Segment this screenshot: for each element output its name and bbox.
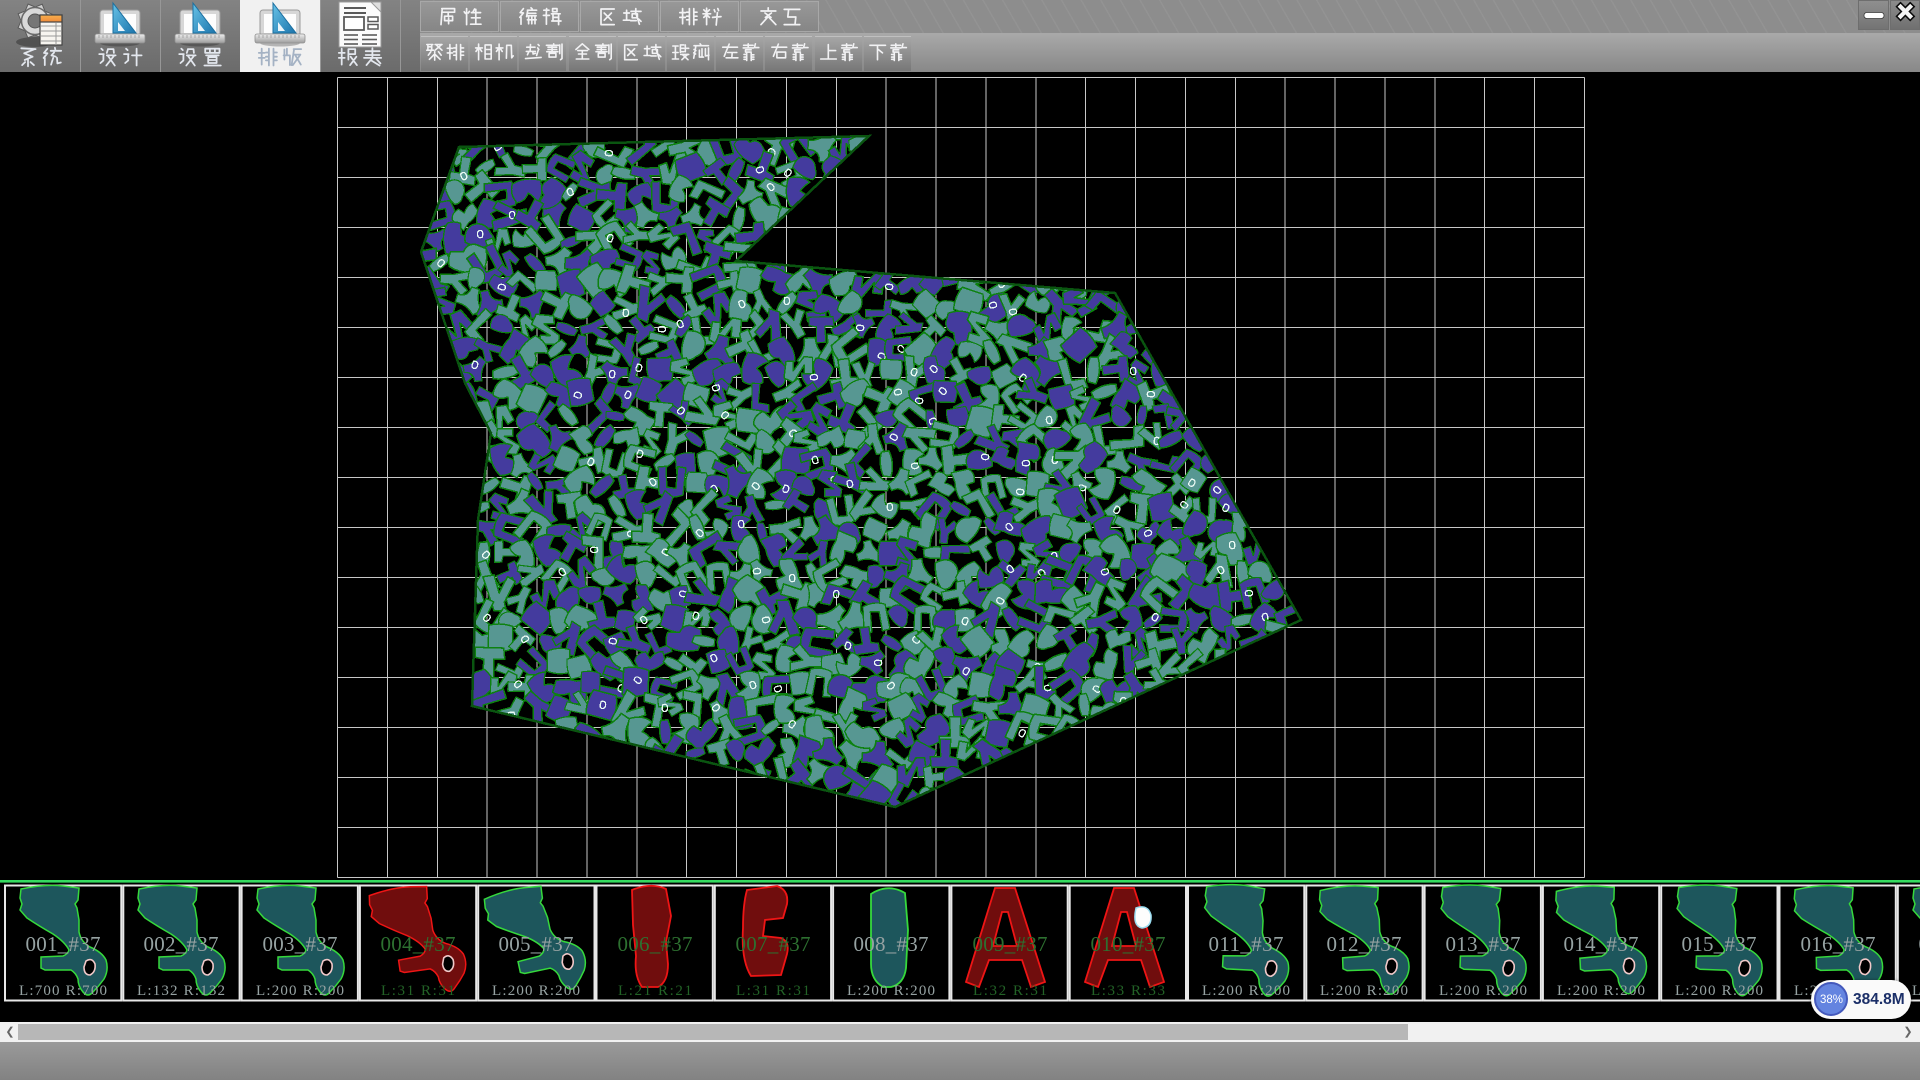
svg-text:L:200 R:200: L:200 R:200 [1439, 983, 1527, 999]
svg-text:005_#37: 005_#37 [499, 932, 574, 956]
svg-text:L:200 R:200: L:200 R:200 [256, 983, 344, 999]
svg-text:L:200 R:200: L:200 R:200 [1557, 983, 1645, 999]
svg-text:010_#37: 010_#37 [1091, 932, 1166, 956]
svg-text:L:200 R:200: L:200 R:200 [847, 983, 935, 999]
svg-text:007_#37: 007_#37 [736, 932, 811, 956]
svg-text:002_#37: 002_#37 [144, 932, 219, 956]
svg-text:006_#37: 006_#37 [618, 932, 693, 956]
svg-text:L:32 R:31: L:32 R:31 [973, 983, 1047, 999]
svg-text:001_#37: 001_#37 [26, 932, 101, 956]
svg-text:L:200 R:200: L:200 R:200 [1675, 983, 1763, 999]
svg-text:008_#37: 008_#37 [854, 932, 929, 956]
svg-text:012_#37: 012_#37 [1327, 932, 1402, 956]
svg-text:L:132 R:132: L:132 R:132 [137, 983, 225, 999]
svg-text:L:21 R:21: L:21 R:21 [618, 983, 692, 999]
svg-text:L:200 R:200: L:200 R:200 [1912, 983, 1920, 999]
svg-text:009_#37: 009_#37 [973, 932, 1048, 956]
svg-text:L:33 R:33: L:33 R:33 [1091, 983, 1165, 999]
svg-text:L:200 R:200: L:200 R:200 [1202, 983, 1290, 999]
svg-text:015_#37: 015_#37 [1682, 932, 1757, 956]
svg-text:L:31 R:31: L:31 R:31 [381, 983, 455, 999]
svg-text:004_#37: 004_#37 [381, 932, 456, 956]
svg-text:L:200 R:200: L:200 R:200 [1320, 983, 1408, 999]
svg-text:L:31 R:31: L:31 R:31 [736, 983, 810, 999]
svg-text:016_#37: 016_#37 [1801, 932, 1876, 956]
svg-text:011_#37: 011_#37 [1209, 932, 1284, 956]
svg-text:L:700 R:700: L:700 R:700 [19, 983, 107, 999]
svg-text:L:200 R:200: L:200 R:200 [492, 983, 580, 999]
svg-text:014_#37: 014_#37 [1564, 932, 1639, 956]
svg-text:003_#37: 003_#37 [263, 932, 338, 956]
svg-text:013_#37: 013_#37 [1446, 932, 1521, 956]
